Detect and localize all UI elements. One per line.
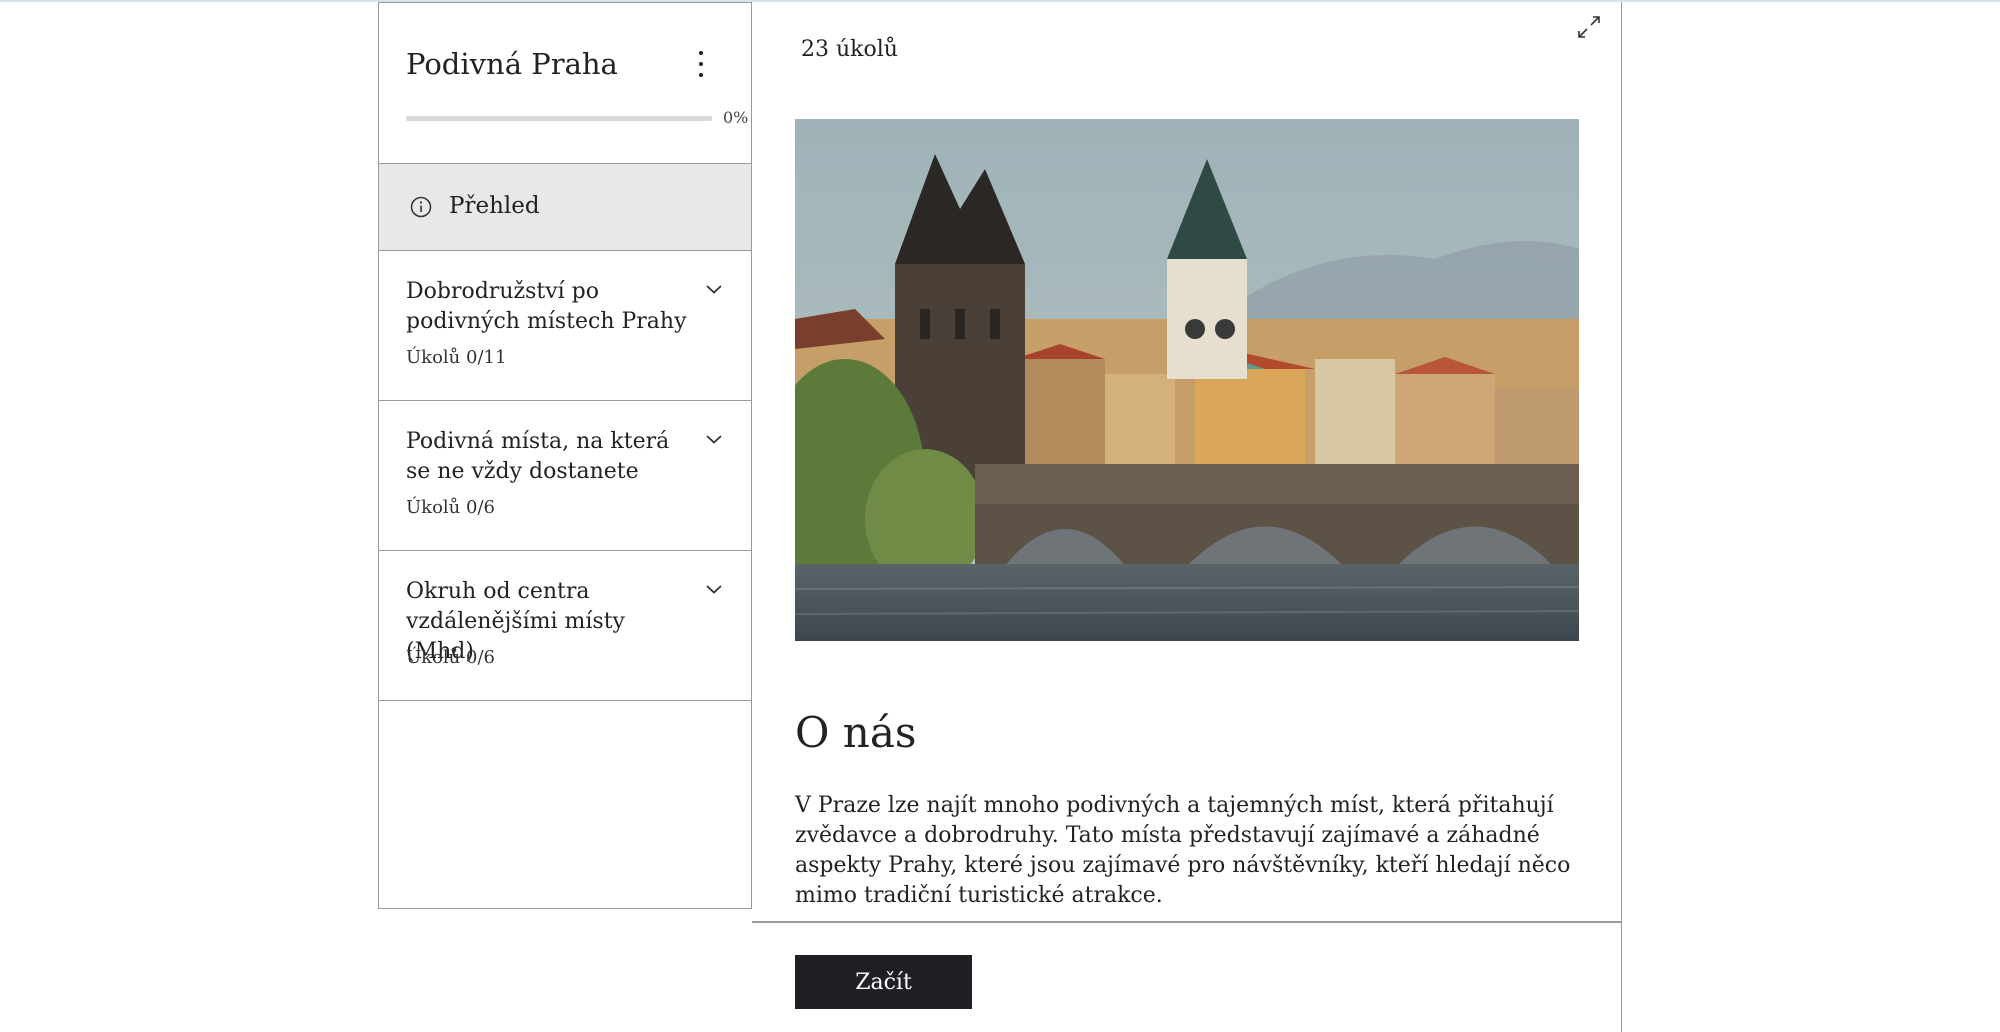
section-title: Podivná místa, na která se ne vždy dosta…: [406, 429, 670, 484]
footer-divider: [752, 921, 1621, 923]
total-task-count: 23 úkolů: [801, 37, 898, 62]
chevron-down-icon[interactable]: [705, 583, 723, 595]
section-item[interactable]: Podivná místa, na která se ne vždy dosta…: [379, 401, 751, 551]
progress-percent: 0%: [723, 108, 749, 127]
sidebar: Podivná Praha 0% Přehled Dobrodružství p…: [378, 2, 752, 909]
overview-label: Přehled: [449, 193, 540, 219]
section-title: Dobrodružství po podivných místech Prahy: [406, 279, 687, 334]
section-item[interactable]: Dobrodružství po podivných místech Prahy…: [379, 251, 751, 401]
section-task-count: Úkolů 0/11: [406, 347, 507, 368]
progress-bar: [406, 116, 712, 121]
hero-image: [795, 119, 1579, 641]
sidebar-item-overview[interactable]: Přehled: [379, 164, 751, 251]
section-task-count: Úkolů 0/6: [406, 497, 495, 518]
sidebar-header: Podivná Praha 0%: [379, 3, 751, 164]
main-content: 23 úkolů O nás V Praze lze najít mnoho p…: [752, 2, 1622, 1032]
program-title: Podivná Praha: [406, 47, 618, 81]
section-task-count: Úkolů 0/6: [406, 647, 495, 668]
start-button[interactable]: Začít: [795, 955, 972, 1009]
kebab-menu-icon[interactable]: [691, 49, 711, 81]
about-heading: O nás: [795, 708, 917, 757]
info-icon: [410, 196, 432, 218]
chevron-down-icon[interactable]: [705, 433, 723, 445]
section-item[interactable]: Okruh od centra vzdálenějšími místy (Mhd…: [379, 551, 751, 701]
about-description: V Praze lze najít mnoho podivných a taje…: [795, 793, 1571, 908]
expand-icon[interactable]: [1576, 14, 1602, 40]
chevron-down-icon[interactable]: [705, 283, 723, 295]
